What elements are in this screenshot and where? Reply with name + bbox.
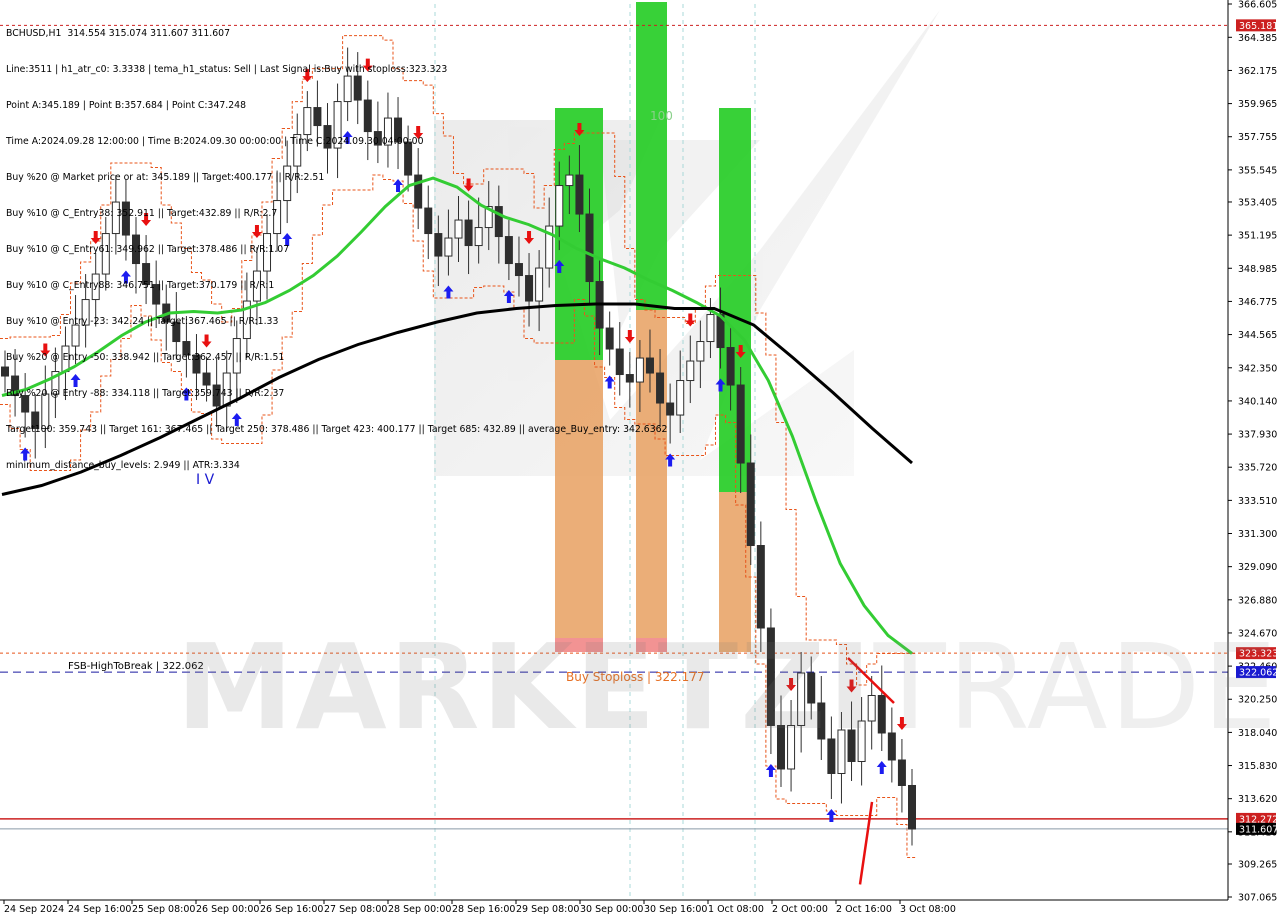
time-tick-label: 26 Sep 16:00: [260, 904, 323, 915]
candle-body: [696, 341, 705, 362]
candle-body: [908, 784, 916, 830]
candle-body: [666, 402, 675, 416]
time-tick-label: 2 Oct 16:00: [836, 904, 892, 915]
info-line: Target100: 359.743 || Target 161: 367.46…: [6, 424, 668, 435]
info-line: Buy %10 @ Entry -23: 342.24 || Target:36…: [6, 316, 279, 327]
price-tick-label: 353.405: [1238, 197, 1277, 208]
signal-zone: [719, 108, 751, 492]
info-line: Buy %20 @ Market price or at: 345.189 ||…: [6, 172, 325, 183]
time-tick-label: 1 Oct 08:00: [708, 904, 764, 915]
info-line: Buy %20 @ Entry -50: 338.942 || Target:3…: [6, 352, 285, 363]
time-tick-label: 25 Sep 08:00: [132, 904, 195, 915]
price-tag-label: 365.181: [1239, 21, 1278, 32]
candle-body: [676, 380, 685, 416]
price-tick-label: 333.510: [1238, 496, 1277, 507]
price-tick-label: 357.755: [1238, 132, 1277, 143]
price-tick-label: 335.720: [1238, 463, 1277, 474]
price-tick-label: 351.195: [1238, 231, 1277, 242]
candle-body: [686, 360, 695, 382]
price-tick-label: 362.175: [1238, 66, 1277, 77]
time-tick-label: 28 Sep 00:00: [388, 904, 451, 915]
info-line: minimum_distance_buy_levels: 2.949 || AT…: [6, 460, 240, 471]
time-tick-label: 28 Sep 16:00: [452, 904, 515, 915]
candle-body: [736, 384, 745, 464]
info-line: Buy %10 @ C_Entry61: 349.962 || Target:3…: [6, 244, 290, 255]
time-tick-label: 27 Sep 08:00: [324, 904, 387, 915]
time-tick-label: 2 Oct 00:00: [772, 904, 828, 915]
watermark-text: MARKETZITRADE: [176, 618, 1279, 756]
price-tick-label: 342.350: [1238, 363, 1277, 374]
candle-body: [726, 347, 735, 386]
price-tick-label: 366.605: [1238, 0, 1277, 11]
info-line: Buy %10 @ C_Entry38: 352.911 || Target:4…: [6, 208, 278, 219]
price-tick-label: 307.065: [1238, 893, 1277, 904]
time-tick-label: 3 Oct 08:00: [900, 904, 956, 915]
price-tick-label: 346.775: [1238, 297, 1277, 308]
price-tick-label: 359.965: [1238, 99, 1277, 110]
time-tick-label: 26 Sep 00:00: [196, 904, 259, 915]
candle-body: [897, 759, 906, 786]
price-tick-label: 331.300: [1238, 529, 1277, 540]
price-tick-label: 355.545: [1238, 165, 1277, 176]
price-tick-label: 326.880: [1238, 595, 1277, 606]
price-tag-label: 311.607: [1239, 824, 1278, 835]
info-panel: BCHUSD,H1 314.554 315.074 311.607 311.60…: [6, 4, 667, 484]
candle-body: [756, 545, 765, 629]
price-tick-label: 309.265: [1238, 860, 1277, 871]
watermark-thin: TRADE: [873, 618, 1280, 756]
price-tick-label: 364.385: [1238, 33, 1277, 44]
info-line: Buy %20 @ Entry -88: 334.118 || Target:3…: [6, 388, 285, 399]
time-tick-label: 30 Sep 16:00: [644, 904, 707, 915]
time-tick-label: 30 Sep 00:00: [580, 904, 643, 915]
price-tick-label: 344.565: [1238, 330, 1277, 341]
price-tick-label: 340.140: [1238, 396, 1277, 407]
price-tick-label: 348.985: [1238, 264, 1277, 275]
info-line: Line:3511 | h1_atr_c0: 3.3338 | tema_h1_…: [6, 64, 448, 75]
time-tick-label: 29 Sep 08:00: [516, 904, 579, 915]
price-tick-label: 337.930: [1238, 430, 1277, 441]
info-line: BCHUSD,H1 314.554 315.074 311.607 311.60…: [6, 28, 230, 39]
info-line: Buy %10 @ C_Entry88: 346.751 || Target:3…: [6, 280, 275, 291]
price-tick-label: 329.090: [1238, 562, 1277, 573]
info-line: Point A:345.189 | Point B:357.684 | Poin…: [6, 100, 246, 111]
price-tick-label: 313.620: [1238, 794, 1277, 805]
candle-body: [706, 314, 715, 343]
info-line: Time A:2024.09.28 12:00:00 | Time B:2024…: [6, 136, 424, 147]
candle-body: [746, 462, 755, 547]
watermark-bold: MARKETZI: [176, 618, 874, 756]
price-tick-label: 315.830: [1238, 761, 1277, 772]
time-tick-label: 24 Sep 16:00: [68, 904, 131, 915]
time-tick-label: 24 Sep 2024: [4, 904, 64, 915]
